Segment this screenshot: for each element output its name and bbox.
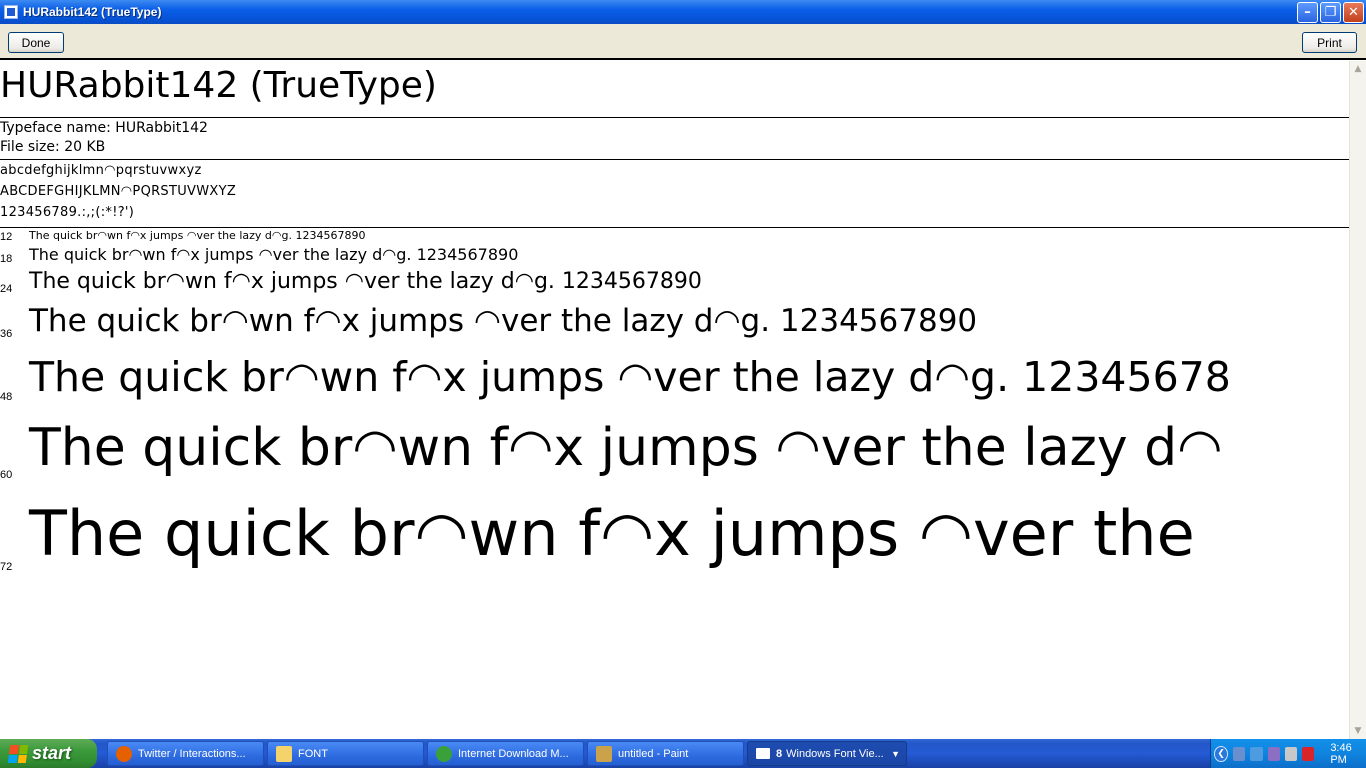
restore-icon: ❐ [1324, 5, 1337, 20]
task-label: Twitter / Interactions... [138, 747, 246, 760]
taskbar: start Twitter / Interactions... FONT Int… [0, 739, 1366, 768]
printer-icon[interactable] [1284, 746, 1298, 761]
taskbar-item-paint[interactable]: untitled - Paint [587, 741, 744, 766]
system-tray: ❮ 3:46 PM [1210, 739, 1366, 768]
sample-row-60: 60 The quick br◠wn f◠x jumps ◠ver the la… [0, 416, 1349, 490]
restore-button[interactable]: ❐ [1320, 2, 1341, 23]
charset-uppercase: ABCDEFGHIJKLMN◠PQRSTUVWXYZ [0, 184, 237, 199]
task-label: untitled - Paint [618, 747, 689, 760]
sample-size-label: 18 [0, 253, 13, 265]
start-button[interactable]: start [0, 739, 97, 768]
task-label: Windows Font Vie... [786, 747, 884, 760]
sample-row-72: 72 The quick br◠wn f◠x jumps ◠ver the [0, 495, 1349, 585]
sample-text: The quick br◠wn f◠x jumps ◠ver the lazy … [29, 353, 1231, 401]
font-heading: HURabbit142 (TrueType) [0, 65, 437, 106]
sample-size-label: 24 [0, 283, 13, 295]
task-label: FONT [298, 747, 328, 760]
file-size: File size: 20 KB [0, 139, 106, 155]
antivirus-icon[interactable] [1302, 746, 1315, 761]
paint-icon [596, 745, 612, 762]
charset-lowercase: abcdefghijklmn◠pqrstuvwxyz [0, 163, 202, 178]
taskbar-item-font-viewer-group[interactable]: 8 Windows Font Vie... ▼ [747, 741, 907, 766]
sample-text: The quick br◠wn f◠x jumps ◠ver the lazy … [29, 229, 366, 242]
sample-text: The quick br◠wn f◠x jumps ◠ver the lazy … [29, 303, 978, 339]
taskbar-item-download-manager[interactable]: Internet Download M... [427, 741, 584, 766]
font-viewer-app-icon[interactable] [4, 5, 18, 19]
font-viewer-icon [756, 748, 770, 759]
close-icon: ✕ [1348, 5, 1359, 20]
toolbar: Done Print [0, 24, 1366, 60]
sample-row-24: 24 The quick br◠wn f◠x jumps ◠ver the la… [0, 267, 1349, 299]
sample-size-label: 36 [0, 328, 13, 340]
title-bar: HURabbit142 (TrueType) – ❐ ✕ [0, 0, 1366, 24]
sample-row-18: 18 The quick br◠wn f◠x jumps ◠ver the la… [0, 245, 1349, 269]
show-hidden-icons-icon[interactable]: ❮ [1214, 745, 1229, 762]
sample-row-36: 36 The quick br◠wn f◠x jumps ◠ver the la… [0, 301, 1349, 345]
divider [0, 159, 1349, 160]
sample-row-48: 48 The quick br◠wn f◠x jumps ◠ver the la… [0, 351, 1349, 411]
minimize-icon: – [1304, 5, 1311, 20]
sample-text: The quick br◠wn f◠x jumps ◠ver the lazy … [29, 245, 519, 264]
firefox-icon [116, 745, 132, 762]
download-manager-icon [436, 745, 452, 762]
divider [0, 227, 1349, 228]
folder-icon [276, 745, 292, 762]
scroll-up-icon[interactable]: ▲ [1350, 61, 1366, 77]
people-icon[interactable] [1267, 746, 1280, 761]
monitor-icon[interactable] [1250, 746, 1263, 761]
sample-row-12: 12 The quick br◠wn f◠x jumps ◠ver the la… [0, 229, 1349, 245]
scroll-down-icon[interactable]: ▼ [1350, 723, 1366, 739]
taskbar-item-twitter[interactable]: Twitter / Interactions... [107, 741, 264, 766]
divider [0, 117, 1349, 118]
print-button[interactable]: Print [1302, 32, 1357, 53]
sample-text: The quick br◠wn f◠x jumps ◠ver the lazy … [29, 269, 702, 294]
sample-text: The quick br◠wn f◠x jumps ◠ver the lazy … [29, 418, 1223, 478]
sample-size-label: 12 [0, 231, 13, 243]
vertical-scrollbar[interactable]: ▲ ▼ [1349, 61, 1366, 739]
close-button[interactable]: ✕ [1343, 2, 1364, 23]
taskbar-item-font-folder[interactable]: FONT [267, 741, 424, 766]
group-count-badge: 8 [776, 747, 783, 760]
network-icon[interactable] [1233, 746, 1246, 761]
done-button[interactable]: Done [8, 32, 64, 53]
chevron-down-icon: ▼ [891, 748, 900, 759]
sample-size-label: 60 [0, 469, 13, 481]
windows-logo-icon [7, 744, 29, 763]
start-label: start [32, 743, 72, 763]
charset-digits: 123456789.:,;(:*!?') [0, 205, 135, 220]
task-label: Internet Download M... [458, 747, 569, 760]
window-controls: – ❐ ✕ [1297, 2, 1364, 23]
sample-size-label: 48 [0, 391, 13, 403]
minimize-button[interactable]: – [1297, 2, 1318, 23]
sample-text: The quick br◠wn f◠x jumps ◠ver the [29, 497, 1195, 570]
font-preview-pane: HURabbit142 (TrueType) Typeface name: HU… [0, 61, 1349, 739]
clock[interactable]: 3:46 PM [1330, 742, 1366, 766]
sample-size-label: 72 [0, 561, 13, 573]
window-title: HURabbit142 (TrueType) [23, 5, 162, 19]
typeface-name: Typeface name: HURabbit142 [0, 120, 208, 136]
